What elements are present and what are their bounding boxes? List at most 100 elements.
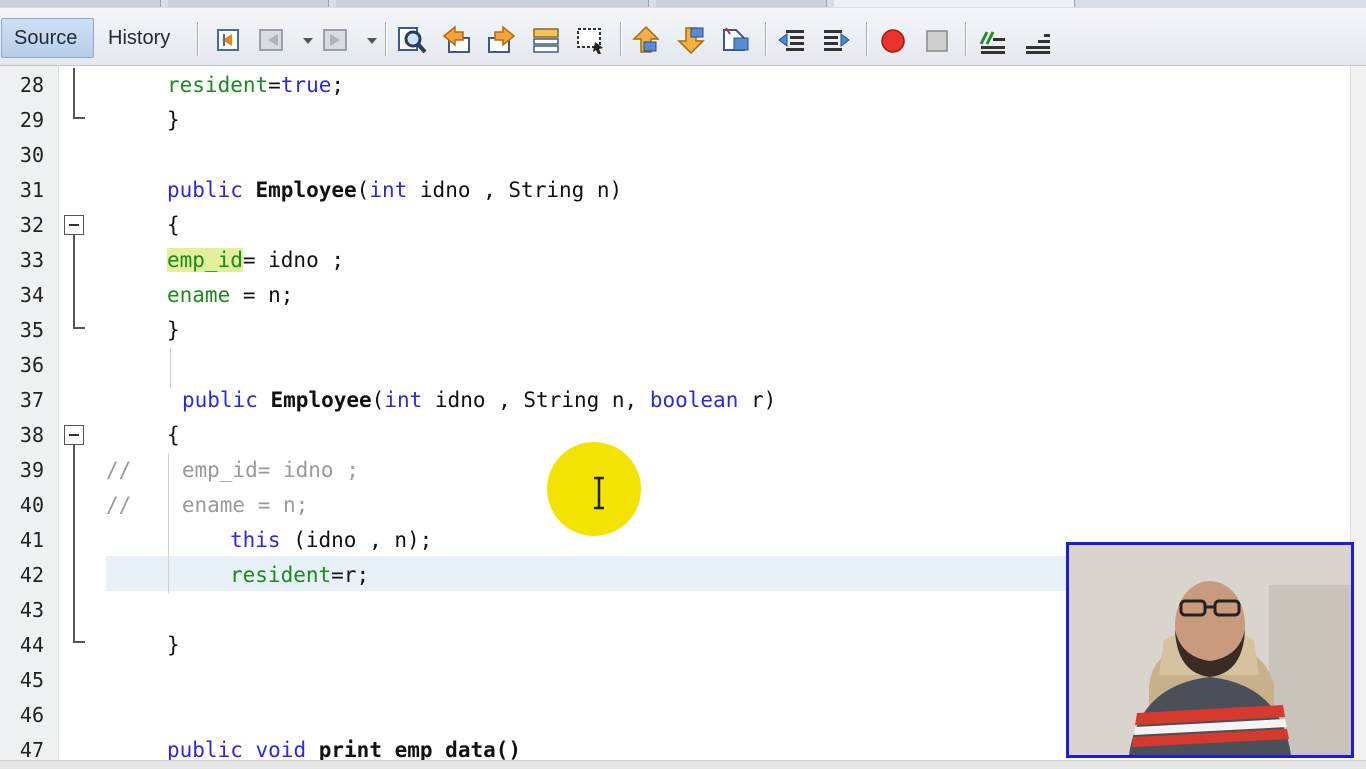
- code-token-keyword: true: [280, 73, 332, 97]
- code-token: (: [371, 388, 385, 412]
- code-line-44[interactable]: }: [167, 628, 180, 663]
- code-token: (: [356, 178, 370, 202]
- code-line-34[interactable]: ename = n;: [167, 278, 293, 313]
- next-bookmark-icon[interactable]: [675, 24, 707, 56]
- line-number[interactable]: 30: [0, 138, 44, 173]
- code-token-keyword: public: [167, 178, 243, 202]
- code-token: idno , String n,: [422, 388, 650, 412]
- back-dropdown-icon[interactable]: [292, 24, 313, 56]
- line-number[interactable]: 38: [0, 418, 44, 453]
- code-line-40-comment[interactable]: // ename = n;: [106, 488, 308, 523]
- history-tab-button[interactable]: History: [96, 18, 188, 58]
- line-number[interactable]: 42: [0, 558, 44, 593]
- webcam-overlay: [1066, 542, 1354, 758]
- line-number[interactable]: 40: [0, 488, 44, 523]
- shift-left-icon[interactable]: [776, 24, 808, 56]
- fold-guide: [73, 445, 75, 642]
- code-line-37[interactable]: public Employee(int idno , String n, boo…: [182, 383, 776, 418]
- code-line-38[interactable]: {: [167, 418, 180, 453]
- code-token-method-name: Employee: [270, 388, 372, 412]
- editor-tab[interactable]: [336, 0, 649, 7]
- line-number[interactable]: 32: [0, 208, 44, 243]
- code-line-29[interactable]: }: [167, 103, 180, 138]
- line-number[interactable]: 36: [0, 348, 44, 383]
- indent-guide: [170, 348, 171, 388]
- code-line-42[interactable]: resident=r;: [230, 558, 369, 593]
- toolbar-separator: [965, 22, 966, 56]
- source-tab-button[interactable]: Source: [1, 18, 94, 58]
- editor-toolbar: Source History: [0, 8, 1366, 66]
- code-token-keyword: public: [167, 738, 243, 762]
- toolbar-separator: [197, 22, 198, 56]
- rectangle-selection-icon[interactable]: [575, 24, 607, 56]
- presenter-video-frame: [1069, 545, 1351, 755]
- fold-end-marker: [73, 327, 85, 329]
- code-token-field: resident: [230, 563, 332, 587]
- line-number[interactable]: 39: [0, 453, 44, 488]
- record-macro-icon[interactable]: [877, 24, 909, 56]
- shift-right-icon[interactable]: [820, 24, 852, 56]
- code-token-keyword: this: [230, 528, 281, 552]
- line-number[interactable]: 29: [0, 103, 44, 138]
- line-number[interactable]: 43: [0, 593, 44, 628]
- line-number[interactable]: 44: [0, 628, 44, 663]
- code-token: (idno , n);: [280, 528, 433, 552]
- code-line-28[interactable]: resident=true;: [167, 68, 344, 103]
- toolbar-separator: [765, 22, 766, 56]
- code-token: = n;: [230, 283, 294, 307]
- editor-tab[interactable]: [0, 0, 161, 7]
- code-token-method-name: Employee: [255, 178, 357, 202]
- line-number[interactable]: 41: [0, 523, 44, 558]
- line-number[interactable]: 28: [0, 68, 44, 103]
- find-next-icon[interactable]: [485, 24, 517, 56]
- editor-tab-active[interactable]: [834, 0, 1075, 7]
- code-token: =: [268, 73, 281, 97]
- code-token: =r;: [331, 563, 370, 587]
- toggle-bookmark-icon[interactable]: [720, 24, 752, 56]
- line-number[interactable]: 33: [0, 243, 44, 278]
- uncomment-icon[interactable]: [1022, 24, 1054, 56]
- forward-icon[interactable]: [320, 24, 352, 56]
- toolbar-separator: [620, 22, 621, 56]
- stop-macro-icon[interactable]: [921, 24, 953, 56]
- line-number[interactable]: 45: [0, 663, 44, 698]
- line-number[interactable]: 35: [0, 313, 44, 348]
- code-line-35[interactable]: }: [167, 313, 180, 348]
- find-previous-icon[interactable]: [441, 24, 473, 56]
- line-number[interactable]: 37: [0, 383, 44, 418]
- code-line-39-comment[interactable]: // emp_id= idno ;: [106, 453, 359, 488]
- fold-end-marker: [73, 641, 85, 643]
- code-folding-column: [59, 66, 105, 768]
- code-token: = idno ;: [242, 248, 345, 272]
- line-number[interactable]: 34: [0, 278, 44, 313]
- code-token-method-name: print emp data(): [318, 738, 522, 762]
- toolbar-separator: [866, 22, 867, 56]
- forward-dropdown-icon[interactable]: [356, 24, 377, 56]
- text-cursor-icon: [591, 476, 607, 510]
- line-number[interactable]: 31: [0, 173, 44, 208]
- editor-tab[interactable]: [656, 0, 827, 7]
- code-token: ;: [331, 73, 345, 97]
- code-token: r): [738, 388, 777, 412]
- fold-guide: [73, 235, 75, 328]
- code-token-keyword: void: [255, 738, 307, 762]
- code-token-field-highlighted: emp_id: [167, 248, 243, 272]
- fold-end-marker: [73, 117, 85, 119]
- previous-bookmark-icon[interactable]: [630, 24, 662, 56]
- code-token: idno , String n): [407, 178, 623, 202]
- back-icon[interactable]: [256, 24, 288, 56]
- find-icon[interactable]: [396, 24, 428, 56]
- comment-icon[interactable]: [977, 24, 1009, 56]
- fold-collapse-icon[interactable]: [64, 215, 84, 235]
- toggle-highlight-icon[interactable]: [530, 24, 562, 56]
- fold-collapse-icon[interactable]: [64, 425, 84, 445]
- code-line-31[interactable]: public Employee(int idno , String n): [167, 173, 622, 208]
- code-line-32[interactable]: {: [167, 208, 180, 243]
- code-token-field: resident: [167, 73, 269, 97]
- line-number[interactable]: 46: [0, 698, 44, 733]
- code-line-33[interactable]: emp_id= idno ;: [167, 243, 344, 278]
- editor-tab[interactable]: [168, 0, 329, 7]
- last-edit-icon[interactable]: [212, 24, 244, 56]
- toolbar-separator: [385, 22, 386, 56]
- code-line-41[interactable]: this (idno , n);: [230, 523, 432, 558]
